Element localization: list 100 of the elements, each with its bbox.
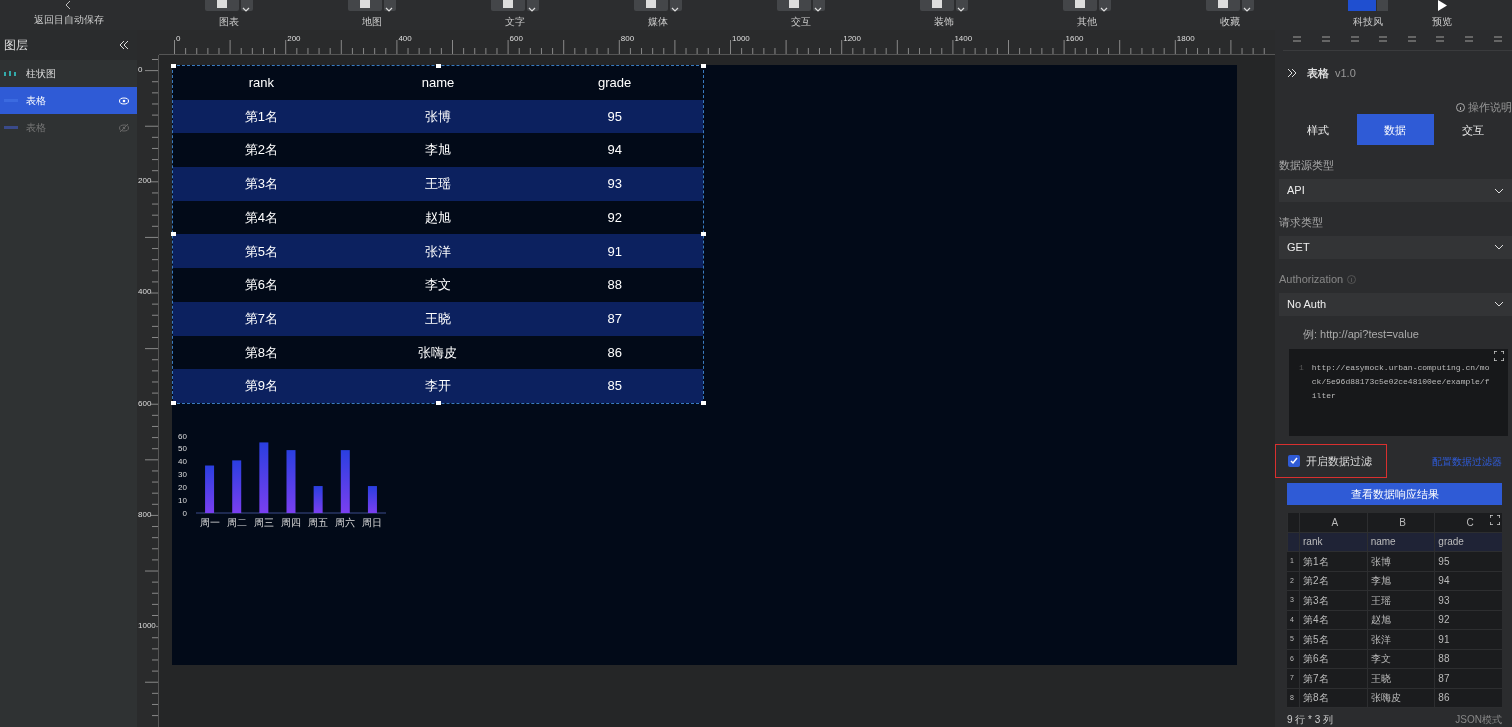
fullscreen-icon[interactable] xyxy=(1490,515,1500,525)
ruler-label: 1600 xyxy=(1065,34,1084,43)
sheet-cell[interactable]: 第6名 xyxy=(1299,649,1367,668)
back-label[interactable]: 返回目自动保存 xyxy=(33,14,104,26)
sheet-cell[interactable]: 87 xyxy=(1434,669,1502,688)
tool-label[interactable]: 交互 xyxy=(790,16,811,28)
table-cell-text: 李开 xyxy=(424,377,452,396)
y-tick-label: 20 xyxy=(178,482,187,492)
mode-link[interactable]: JSON模式 xyxy=(1455,712,1502,727)
resize-handle[interactable] xyxy=(171,232,176,237)
select-field[interactable]: API xyxy=(1279,178,1512,203)
align-icon[interactable] xyxy=(1378,34,1389,45)
y-tick-label: 40 xyxy=(178,457,187,467)
sheet-cell[interactable]: 李文 xyxy=(1366,649,1435,668)
sheet-cell[interactable]: rank xyxy=(1299,532,1367,551)
table-cell-text: 93 xyxy=(606,175,623,194)
bar-chart-icon xyxy=(4,70,18,77)
bar xyxy=(286,450,296,513)
tab[interactable]: 数据 xyxy=(1356,114,1435,146)
tool-icon[interactable] xyxy=(787,0,800,9)
ruler-label: 1000 xyxy=(138,621,156,630)
sheet-cell[interactable]: 赵旭 xyxy=(1366,610,1435,629)
sheet-cell[interactable]: 张洋 xyxy=(1366,630,1435,649)
resize-handle[interactable] xyxy=(701,232,706,237)
resize-handle[interactable] xyxy=(171,400,176,405)
sheet-cell[interactable]: 李旭 xyxy=(1366,571,1435,590)
resize-handle[interactable] xyxy=(436,64,441,68)
sheet-cell[interactable]: name xyxy=(1366,532,1435,551)
align-icon[interactable] xyxy=(1320,34,1331,45)
sheet-cell[interactable]: 第8名 xyxy=(1299,688,1367,707)
layer-item[interactable]: 柱状图 xyxy=(0,60,137,87)
checkbox[interactable] xyxy=(1288,455,1300,468)
play-icon[interactable] xyxy=(1436,0,1448,11)
result-button[interactable]: 查看数据响应结果 xyxy=(1287,483,1502,505)
sheet-cell[interactable]: 王瑶 xyxy=(1366,591,1435,610)
sheet-cell[interactable]: 王晓 xyxy=(1366,669,1435,688)
tool-icon[interactable] xyxy=(1073,0,1086,9)
theme-label[interactable]: 科技风 xyxy=(1353,16,1383,28)
tool-label[interactable]: 装饰 xyxy=(933,16,954,28)
table-cell-text: 88 xyxy=(606,276,623,295)
sheet-cell[interactable]: 张博 xyxy=(1366,552,1435,571)
tool-icon[interactable] xyxy=(1216,0,1229,9)
sheet-cell[interactable]: 第5名 xyxy=(1299,630,1367,649)
fullscreen-icon[interactable] xyxy=(1494,350,1504,361)
tool-label[interactable]: 文字 xyxy=(504,16,525,28)
tool-icon[interactable] xyxy=(501,0,514,9)
ruler-label: 600 xyxy=(509,34,523,43)
align-icon[interactable] xyxy=(1292,34,1303,45)
tool-label[interactable]: 媒体 xyxy=(647,16,668,28)
resize-handle[interactable] xyxy=(171,64,176,68)
select-field[interactable]: No Auth xyxy=(1279,292,1512,317)
layer-item[interactable]: 表格 xyxy=(0,87,137,114)
resize-handle[interactable] xyxy=(701,400,706,405)
help-link[interactable]: 操作说明 xyxy=(1468,99,1512,116)
sheet-cell[interactable]: 88 xyxy=(1434,649,1502,668)
table-cell-text: 第8名 xyxy=(243,343,279,362)
align-icon[interactable] xyxy=(1349,34,1360,45)
sheet-cell[interactable]: 张嗨皮 xyxy=(1366,688,1435,707)
tool-icon[interactable] xyxy=(930,0,943,9)
resize-handle[interactable] xyxy=(436,400,441,405)
x-tick-label: 周二 xyxy=(226,517,247,528)
sheet-cell[interactable]: 91 xyxy=(1434,630,1502,649)
y-tick-label: 10 xyxy=(178,495,187,505)
table-cell-text: 95 xyxy=(606,107,623,126)
table-cell-text: 85 xyxy=(606,377,623,396)
sheet-cell[interactable]: 第3名 xyxy=(1299,591,1367,610)
checkbox-label: 开启数据过滤 xyxy=(1306,453,1372,469)
tool-label[interactable]: 收藏 xyxy=(1219,16,1240,28)
sheet-cell[interactable]: 第4名 xyxy=(1299,610,1367,629)
sheet-cell[interactable]: 86 xyxy=(1434,688,1502,707)
sheet-cell[interactable]: 第1名 xyxy=(1299,552,1367,571)
select-field[interactable]: GET xyxy=(1279,235,1512,260)
sheet-cell[interactable]: 95 xyxy=(1434,552,1502,571)
sheet-cell[interactable]: grade xyxy=(1434,532,1502,551)
expand-icon[interactable] xyxy=(1287,68,1297,79)
column-letter: B xyxy=(1366,513,1435,532)
field-label: 数据源类型 xyxy=(1279,158,1334,174)
sheet-cell[interactable]: 第7名 xyxy=(1299,669,1367,688)
tool-icon[interactable] xyxy=(644,0,657,9)
preview-label[interactable]: 预览 xyxy=(1432,16,1452,28)
sheet-cell[interactable]: 94 xyxy=(1434,571,1502,590)
align-icon[interactable] xyxy=(1435,34,1446,45)
align-icon[interactable] xyxy=(1492,34,1503,45)
resize-handle[interactable] xyxy=(701,64,706,68)
table-cell-text: 第3名 xyxy=(243,175,279,194)
eye-icon[interactable] xyxy=(119,96,129,105)
align-icon[interactable] xyxy=(1464,34,1475,45)
tool-label[interactable]: 图表 xyxy=(218,16,239,28)
tool-icon[interactable] xyxy=(215,0,228,9)
sheet-cell[interactable]: 93 xyxy=(1434,591,1502,610)
tool-label[interactable]: 其他 xyxy=(1076,16,1097,28)
table-cell-text: 张博 xyxy=(424,107,452,126)
info-icon xyxy=(1456,102,1465,112)
tool-icon[interactable] xyxy=(358,0,371,9)
theme-thumbnail[interactable] xyxy=(1348,0,1388,11)
align-icon[interactable] xyxy=(1406,34,1417,45)
sheet-cell[interactable]: 92 xyxy=(1434,610,1502,629)
tool-label[interactable]: 地图 xyxy=(361,16,382,28)
sheet-cell[interactable]: 第2名 xyxy=(1299,571,1367,590)
collapse-icon[interactable] xyxy=(119,40,129,50)
